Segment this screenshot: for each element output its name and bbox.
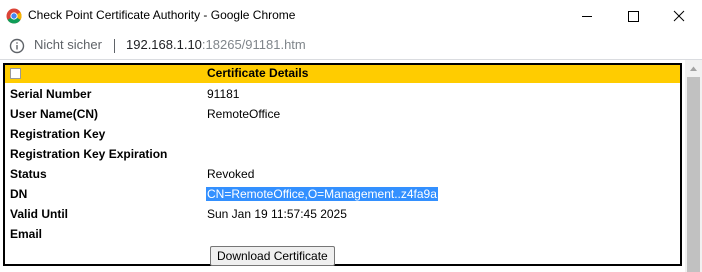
certificate-details-title: Certificate Details [207, 66, 309, 80]
field-row-dn: DN CN=RemoteOffice,O=Management..z4fa9a [5, 185, 680, 205]
field-value: RemoteOffice [207, 107, 281, 121]
maximize-button[interactable] [610, 0, 656, 32]
field-value: Sun Jan 19 11:57:45 2025 [207, 207, 347, 221]
scrollbar-thumb[interactable] [687, 77, 700, 272]
security-status-label[interactable]: Nicht sicher [34, 37, 102, 52]
field-value: 91181 [207, 87, 240, 101]
certificate-details-panel: Certificate Details Serial Number 91181 … [3, 63, 682, 266]
maximize-icon [628, 11, 639, 22]
field-row-registration-key-expiration: Registration Key Expiration [5, 145, 680, 165]
chrome-icon [6, 8, 22, 24]
field-label: Registration Key [10, 127, 106, 141]
field-label: User Name(CN) [10, 107, 99, 121]
field-row-valid-until: Valid Until Sun Jan 19 11:57:45 2025 [5, 205, 680, 225]
field-label: Valid Until [10, 207, 69, 221]
url-path: :18265/91181.htm [201, 37, 306, 52]
url-host: 192.168.1.10 [126, 37, 202, 52]
field-value: Revoked [207, 167, 255, 181]
field-label: Serial Number [10, 87, 92, 101]
field-label: Email [10, 227, 43, 241]
download-certificate-button[interactable]: Download Certificate [210, 246, 335, 266]
vertical-scrollbar[interactable] [685, 60, 702, 272]
field-label: Status [10, 167, 47, 181]
window-title: Check Point Certificate Authority - Goog… [28, 8, 296, 22]
field-row-email: Email [5, 225, 680, 245]
address-divider [114, 39, 115, 53]
certificate-details-header: Certificate Details [5, 65, 680, 83]
header-checkbox[interactable] [10, 68, 21, 79]
field-label: DN [10, 187, 28, 201]
field-label: Registration Key Expiration [10, 147, 168, 161]
field-row-serial-number: Serial Number 91181 [5, 85, 680, 105]
scroll-up-arrow-icon[interactable] [685, 60, 702, 77]
close-button[interactable] [656, 0, 702, 32]
info-icon[interactable] [9, 38, 25, 54]
address-bar[interactable]: Nicht sicher 192.168.1.10:18265/91181.ht… [0, 32, 702, 60]
field-value-selected[interactable]: CN=RemoteOffice,O=Management..z4fa9a [206, 187, 438, 201]
field-row-user-name: User Name(CN) RemoteOffice [5, 105, 680, 125]
title-bar: Check Point Certificate Authority - Goog… [0, 0, 702, 32]
close-icon [673, 10, 685, 22]
minimize-icon [582, 16, 592, 17]
field-row-status: Status Revoked [5, 165, 680, 185]
minimize-button[interactable] [564, 0, 610, 32]
field-row-registration-key: Registration Key [5, 125, 680, 145]
url-text[interactable]: 192.168.1.10:18265/91181.htm [126, 37, 306, 52]
